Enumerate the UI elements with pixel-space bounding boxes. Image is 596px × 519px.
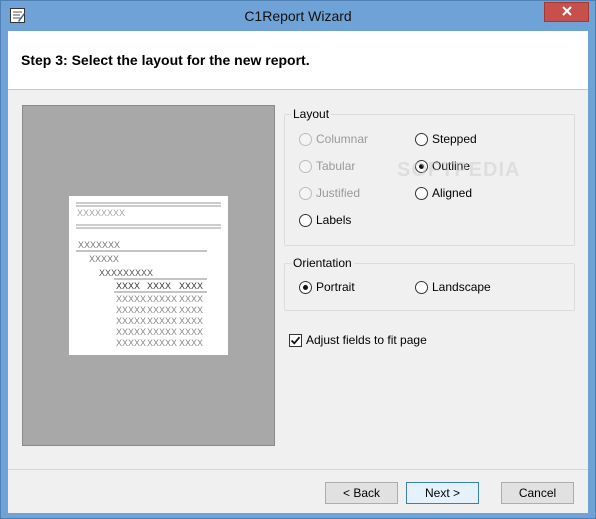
aligned-radio-button[interactable] xyxy=(415,186,428,200)
svg-text:XXXX: XXXX xyxy=(179,327,203,337)
justified-radio-button xyxy=(299,186,312,200)
radio-labels[interactable]: Labels xyxy=(299,213,351,227)
svg-text:XXXXX: XXXXX xyxy=(116,338,146,348)
adjust-fields-option[interactable]: Adjust fields to fit page xyxy=(289,333,427,347)
close-button[interactable] xyxy=(544,2,589,22)
step-title: Step 3: Select the layout for the new re… xyxy=(21,52,310,68)
layout-group-label: Layout xyxy=(291,107,332,121)
preview-page: XXXXXXXX XXXXXXX XXXXX XXXXXXXXX XXXX XX… xyxy=(69,196,228,355)
orientation-group-label: Orientation xyxy=(291,256,354,270)
outline-label[interactable]: Outline xyxy=(432,159,470,173)
cancel-button[interactable]: Cancel xyxy=(501,482,574,504)
svg-text:XXXXX: XXXXX xyxy=(147,305,177,315)
svg-text:XXXXX: XXXXX xyxy=(147,338,177,348)
adjust-fields-label[interactable]: Adjust fields to fit page xyxy=(306,333,427,347)
checkmark-icon xyxy=(290,336,301,345)
svg-text:XXXXX: XXXXX xyxy=(116,327,146,337)
columnar-radio-button xyxy=(299,132,312,146)
preview-detail-rows: XXXXX XXXXX XXXX XXXXX XXXXX XXXX XXXXX … xyxy=(116,294,203,348)
justified-label: Justified xyxy=(316,186,361,200)
footer-divider xyxy=(8,469,588,470)
columnar-label: Columnar xyxy=(316,132,369,146)
close-icon xyxy=(561,5,573,20)
preview-group-3: XXXXXXXXX xyxy=(99,268,153,278)
svg-text:XXXXX: XXXXX xyxy=(116,305,146,315)
step-header: Step 3: Select the layout for the new re… xyxy=(8,31,588,90)
preview-col-header: XXXX xyxy=(116,281,140,291)
landscape-label[interactable]: Landscape xyxy=(432,280,491,294)
radio-tabular: Tabular xyxy=(299,159,355,173)
adjust-fields-checkbox[interactable] xyxy=(289,333,302,347)
outline-radio-button[interactable] xyxy=(415,159,428,173)
preview-group-1: XXXXXXX xyxy=(78,240,120,250)
svg-text:XXXXX: XXXXX xyxy=(147,327,177,337)
window-title: C1Report Wizard xyxy=(244,8,352,24)
back-button[interactable]: < Back xyxy=(325,482,398,504)
svg-text:XXXXX: XXXXX xyxy=(147,294,177,304)
preview-col-header: XXXX xyxy=(147,281,171,291)
title-bar[interactable]: C1Report Wizard xyxy=(1,1,595,31)
preview-col-header: XXXX xyxy=(179,281,203,291)
svg-text:XXXX: XXXX xyxy=(179,338,203,348)
stepped-label[interactable]: Stepped xyxy=(432,132,477,146)
preview-group-2: XXXXX xyxy=(89,254,119,264)
svg-text:XXXXX: XXXXX xyxy=(116,294,146,304)
radio-aligned[interactable]: Aligned xyxy=(415,186,472,200)
svg-text:XXXX: XXXX xyxy=(179,294,203,304)
orientation-group: Orientation Portrait Landscape xyxy=(284,256,575,311)
next-button[interactable]: Next > xyxy=(406,482,479,504)
stepped-radio-button[interactable] xyxy=(415,132,428,146)
svg-text:XXXXX: XXXXX xyxy=(147,316,177,326)
labels-label[interactable]: Labels xyxy=(316,213,351,227)
svg-text:XXXX: XXXX xyxy=(179,316,203,326)
layout-preview: XXXXXXXX XXXXXXX XXXXX XXXXXXXXX XXXX XX… xyxy=(22,105,275,446)
radio-justified: Justified xyxy=(299,186,360,200)
aligned-label[interactable]: Aligned xyxy=(432,186,472,200)
radio-portrait[interactable]: Portrait xyxy=(299,280,355,294)
landscape-radio-button[interactable] xyxy=(415,280,428,294)
labels-radio-button[interactable] xyxy=(299,213,312,227)
preview-title-text: XXXXXXXX xyxy=(77,208,125,218)
layout-group: Layout Columnar Stepped Tabular Outline … xyxy=(284,107,575,246)
radio-columnar: Columnar xyxy=(299,132,368,146)
portrait-radio-button[interactable] xyxy=(299,280,312,294)
radio-outline[interactable]: Outline xyxy=(415,159,470,173)
wizard-window: C1Report Wizard Step 3: Select the layou… xyxy=(0,0,596,519)
portrait-label[interactable]: Portrait xyxy=(316,280,355,294)
tabular-radio-button xyxy=(299,159,312,173)
radio-stepped[interactable]: Stepped xyxy=(415,132,477,146)
radio-landscape[interactable]: Landscape xyxy=(415,280,491,294)
svg-text:XXXXX: XXXXX xyxy=(116,316,146,326)
tabular-label: Tabular xyxy=(316,159,356,173)
svg-text:XXXX: XXXX xyxy=(179,305,203,315)
wizard-body: Step 3: Select the layout for the new re… xyxy=(8,31,588,513)
preview-page-drawing: XXXXXXXX XXXXXXX XXXXX XXXXXXXXX XXXX XX… xyxy=(76,202,221,348)
